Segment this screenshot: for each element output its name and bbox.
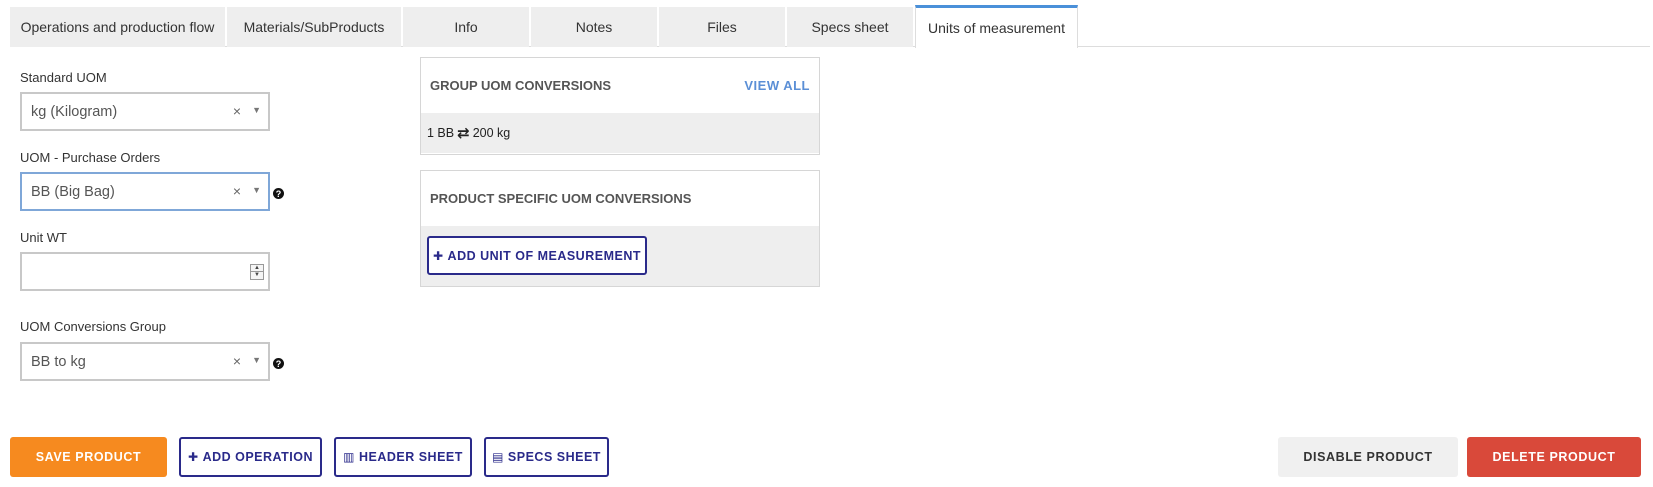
header-sheet-label: HEADER SHEET [358, 450, 463, 464]
tab-info[interactable]: Info [403, 7, 529, 47]
product-uom-title: PRODUCT SPECIFIC UOM CONVERSIONS [430, 191, 692, 206]
number-spinner[interactable]: ▲ ▼ [250, 264, 264, 280]
product-uom-panel: PRODUCT SPECIFIC UOM CONVERSIONS ✚ ADD U… [420, 170, 820, 287]
chevron-down-icon[interactable]: ▼ [252, 185, 261, 195]
product-uom-panel-body: ✚ ADD UNIT OF MEASUREMENT [421, 226, 819, 286]
uom-purchase-select[interactable]: BB (Big Bag) × ▼ [20, 172, 270, 211]
add-operation-label: ADD OPERATION [202, 450, 313, 464]
plus-icon: ✚ [188, 450, 199, 464]
clear-icon[interactable]: × [233, 103, 241, 119]
help-icon[interactable]: ? [273, 188, 284, 199]
delete-product-button[interactable]: DELETE PRODUCT [1467, 437, 1641, 477]
chevron-down-icon[interactable]: ▼ [252, 355, 261, 365]
tab-specs-sheet[interactable]: Specs sheet [787, 7, 913, 47]
clear-icon[interactable]: × [233, 183, 241, 199]
help-icon[interactable]: ? [273, 358, 284, 369]
save-product-button[interactable]: SAVE PRODUCT [10, 437, 167, 477]
standard-uom-value: kg (Kilogram) [31, 103, 118, 120]
unit-wt-input[interactable]: ▲ ▼ [20, 252, 270, 291]
disable-product-button[interactable]: DISABLE PRODUCT [1278, 437, 1458, 477]
clear-icon[interactable]: × [233, 353, 241, 369]
conversion-right: 200 kg [472, 126, 511, 140]
uom-purchase-value: BB (Big Bag) [31, 183, 115, 200]
spinner-down-icon[interactable]: ▼ [251, 272, 263, 279]
tab-operations[interactable]: Operations and production flow [10, 7, 225, 47]
uom-purchase-label: UOM - Purchase Orders [20, 150, 161, 165]
chevron-down-icon[interactable]: ▼ [252, 105, 261, 115]
conversion-row: 1 BB ⇄ 200 kg [421, 113, 819, 153]
add-operation-button[interactable]: ✚ ADD OPERATION [179, 437, 322, 477]
plus-icon: ✚ [432, 248, 444, 263]
delete-product-label: DELETE PRODUCT [1492, 450, 1616, 464]
product-uom-panel-header: PRODUCT SPECIFIC UOM CONVERSIONS [421, 171, 819, 226]
view-all-link[interactable]: VIEW ALL [744, 78, 810, 93]
tab-notes[interactable]: Notes [531, 7, 657, 47]
specs-sheet-label: SPECS SHEET [507, 450, 601, 464]
tab-units-of-measurement[interactable]: Units of measurement [915, 5, 1078, 48]
tab-materials[interactable]: Materials/SubProducts [227, 7, 401, 47]
conversion-left: 1 BB [427, 126, 455, 140]
group-uom-panel: GROUP UOM CONVERSIONS VIEW ALL 1 BB ⇄ 20… [420, 57, 820, 155]
spinner-up-icon[interactable]: ▲ [251, 265, 263, 272]
save-product-label: SAVE PRODUCT [35, 450, 142, 464]
group-uom-title: GROUP UOM CONVERSIONS [430, 78, 612, 93]
tab-files[interactable]: Files [659, 7, 785, 47]
barcode-icon: ▥ [343, 450, 355, 464]
group-uom-panel-header: GROUP UOM CONVERSIONS VIEW ALL [421, 58, 819, 113]
unit-wt-label: Unit WT [20, 230, 67, 245]
add-unit-label: ADD UNIT OF MEASUREMENT [447, 248, 641, 263]
uom-group-label: UOM Conversions Group [20, 319, 166, 334]
specs-sheet-button[interactable]: ▤ SPECS SHEET [484, 437, 609, 477]
file-icon: ▤ [492, 450, 504, 464]
standard-uom-select[interactable]: kg (Kilogram) × ▼ [20, 92, 270, 131]
tab-bar: Operations and production flow Materials… [10, 5, 1650, 48]
header-sheet-button[interactable]: ▥ HEADER SHEET [334, 437, 472, 477]
disable-product-label: DISABLE PRODUCT [1303, 450, 1433, 464]
exchange-arrows-icon: ⇄ [457, 125, 470, 142]
uom-group-value: BB to kg [31, 353, 86, 370]
add-unit-of-measurement-button[interactable]: ✚ ADD UNIT OF MEASUREMENT [427, 236, 647, 275]
uom-group-select[interactable]: BB to kg × ▼ [20, 342, 270, 381]
standard-uom-label: Standard UOM [20, 70, 107, 85]
